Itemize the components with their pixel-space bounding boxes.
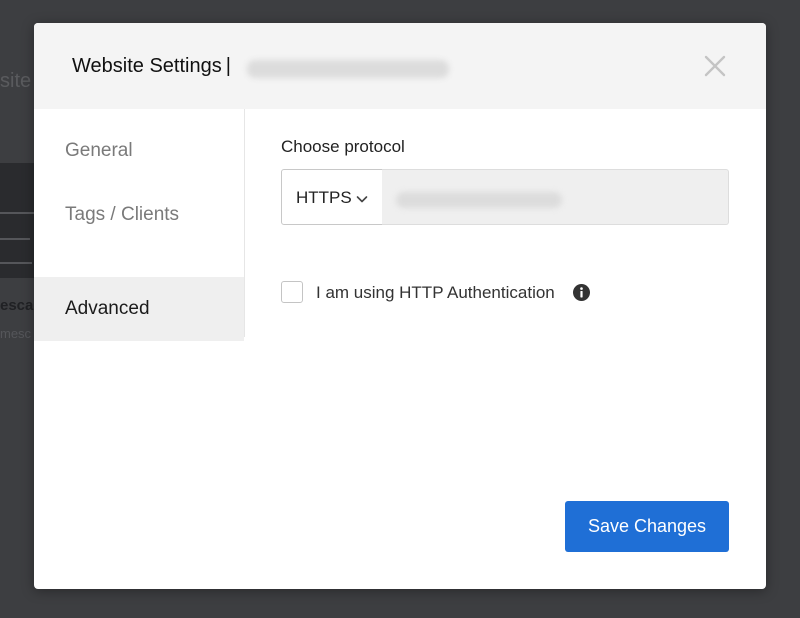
background-item-subtitle: mesc [0, 326, 32, 341]
modal-title-separator: | [225, 55, 231, 77]
background-divider [0, 212, 34, 214]
settings-sidebar: General Tags / Clients Advanced [34, 109, 245, 341]
modal-header: Website Settings | [34, 23, 766, 109]
http-auth-checkbox[interactable] [281, 281, 303, 303]
http-auth-row: I am using HTTP Authentication [281, 281, 641, 307]
background-heading: site [0, 70, 32, 92]
background-divider [0, 238, 30, 240]
info-icon[interactable] [573, 284, 590, 301]
website-settings-modal: Website Settings | General Tags / Clients… [34, 23, 766, 589]
sidebar-item-advanced[interactable]: Advanced [34, 277, 244, 341]
sidebar-item-label: General [65, 140, 133, 161]
protocol-label: Choose protocol [281, 137, 405, 156]
protocol-row: HTTPS [281, 169, 729, 225]
close-icon [704, 55, 726, 77]
redacted-domain [247, 60, 449, 78]
background-thumbnail [0, 163, 34, 278]
sidebar-item-label: Advanced [65, 298, 150, 319]
redacted-url [396, 192, 562, 208]
sidebar-item-tags-clients[interactable]: Tags / Clients [34, 183, 244, 247]
chevron-down-icon [356, 196, 368, 203]
close-button[interactable] [702, 53, 728, 79]
protocol-select[interactable]: HTTPS [281, 169, 383, 225]
advanced-settings-panel: Choose protocol HTTPS I am using HTTP Au… [245, 109, 766, 589]
sidebar-item-label: Tags / Clients [65, 204, 180, 225]
background-divider [0, 262, 32, 264]
modal-title-text: Website Settings [72, 55, 222, 77]
save-changes-button[interactable]: Save Changes [565, 501, 729, 552]
modal-title: Website Settings | [72, 55, 231, 78]
protocol-value: HTTPS [296, 188, 352, 207]
sidebar-item-general[interactable]: General [34, 119, 244, 183]
website-url-input[interactable] [382, 169, 729, 225]
http-auth-label[interactable]: I am using HTTP Authentication [316, 283, 555, 303]
